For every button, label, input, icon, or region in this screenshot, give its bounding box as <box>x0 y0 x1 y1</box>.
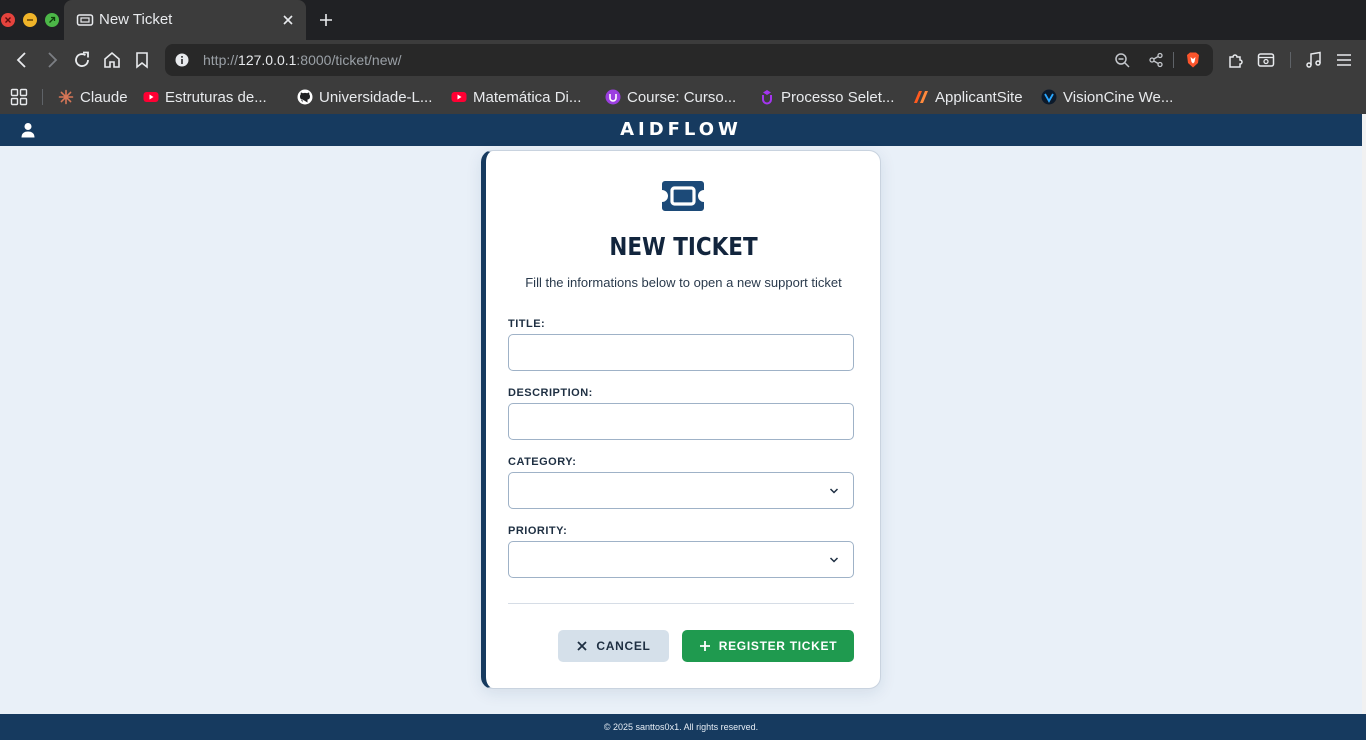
register-ticket-button[interactable]: REGISTER TICKET <box>682 630 854 662</box>
apps-icon[interactable] <box>10 87 28 107</box>
new-ticket-card: NEW TICKET Fill the informations below t… <box>481 150 881 689</box>
ticket-icon <box>660 179 706 213</box>
reload-icon[interactable] <box>72 50 92 70</box>
share-icon[interactable] <box>1148 52 1164 68</box>
form-title: NEW TICKET <box>609 232 758 261</box>
category-label: CATEGORY: <box>508 456 577 468</box>
address-divider <box>1173 52 1174 68</box>
browser-tab-strip: New Ticket <box>0 0 1366 40</box>
chevron-down-icon <box>829 557 839 563</box>
cancel-button-label: CANCEL <box>596 639 651 653</box>
menu-icon[interactable] <box>1334 50 1354 70</box>
bookmark-label: Matemática Di... <box>473 88 582 106</box>
app-header: AIDFLOW <box>0 114 1362 146</box>
app-footer: © 2025 santtos0x1. All rights reserved. <box>0 714 1366 740</box>
extensions-icon[interactable] <box>1226 50 1246 70</box>
udemy-icon <box>762 90 772 105</box>
form-subtitle: Fill the informations below to open a ne… <box>525 275 842 290</box>
site-info-icon[interactable] <box>174 52 190 68</box>
back-icon[interactable] <box>12 50 32 70</box>
forward-icon[interactable] <box>42 50 62 70</box>
github-icon <box>297 89 313 105</box>
tab-title: New Ticket <box>99 11 173 28</box>
bookmark-label: ApplicantSite <box>935 88 1023 106</box>
form-divider <box>508 603 854 604</box>
bookmark-estruturas[interactable]: Estruturas de... <box>143 87 267 107</box>
bookmark-label: Processo Selet... <box>781 88 895 106</box>
url-text[interactable]: http://127.0.0.1:8000/ticket/new/ <box>203 52 401 68</box>
course-icon <box>605 89 621 105</box>
url-host: 127.0.0.1 <box>238 52 297 68</box>
bookmark-universidade[interactable]: Universidade-L... <box>297 87 432 107</box>
claude-icon <box>58 89 74 105</box>
title-label: TITLE: <box>508 318 546 330</box>
bookmark-icon[interactable] <box>132 50 152 70</box>
applicant-icon <box>914 91 928 103</box>
maximize-window-icon[interactable] <box>45 13 59 27</box>
bookmark-label: Universidade-L... <box>319 88 433 106</box>
bookmark-label: Claude <box>80 88 128 106</box>
address-bar[interactable]: http://127.0.0.1:8000/ticket/new/ <box>165 44 1213 76</box>
app-brand[interactable]: AIDFLOW <box>0 119 1362 141</box>
bookmark-applicantsite[interactable]: ApplicantSite <box>913 87 1023 107</box>
visioncine-icon <box>1041 89 1057 105</box>
close-tab-icon[interactable] <box>280 12 296 28</box>
description-label: DESCRIPTION: <box>508 387 593 399</box>
close-icon <box>577 641 588 651</box>
minimize-window-icon[interactable] <box>23 13 37 27</box>
media-icon[interactable] <box>1304 50 1324 70</box>
bookmark-processo[interactable]: Processo Selet... <box>759 87 894 107</box>
url-path: :8000/ticket/new/ <box>296 52 402 68</box>
bookmark-visioncine[interactable]: VisionCine We... <box>1041 87 1173 107</box>
page-scrollbar[interactable] <box>1362 114 1366 714</box>
url-scheme: http:// <box>203 52 239 68</box>
footer-copyright: © 2025 santtos0x1. All rights reserved. <box>603 722 759 732</box>
category-select[interactable] <box>508 472 854 509</box>
ticket-tab-icon <box>76 12 94 28</box>
cancel-button[interactable]: CANCEL <box>558 630 669 662</box>
bookmark-label: VisionCine We... <box>1063 88 1174 106</box>
priority-select[interactable] <box>508 541 854 578</box>
home-icon[interactable] <box>102 50 122 70</box>
youtube-icon <box>451 92 467 102</box>
browser-tab-active[interactable]: New Ticket <box>64 0 306 40</box>
new-tab-icon[interactable] <box>317 11 335 29</box>
register-button-label: REGISTER TICKET <box>718 639 838 653</box>
bookmark-claude[interactable]: Claude <box>58 87 128 107</box>
close-window-icon[interactable] <box>1 13 15 27</box>
toolbar-divider <box>1290 52 1291 68</box>
bookmark-label: Estruturas de... <box>165 88 267 106</box>
wallet-icon[interactable] <box>1256 50 1276 70</box>
youtube-icon <box>143 92 159 102</box>
bookmark-matematica[interactable]: Matemática Di... <box>451 87 581 107</box>
bookmark-label: Course: Curso... <box>627 88 737 106</box>
plus-icon <box>699 641 710 651</box>
zoom-icon[interactable] <box>1114 52 1130 68</box>
description-input[interactable] <box>508 403 854 440</box>
bookmark-course[interactable]: Course: Curso... <box>605 87 736 107</box>
chevron-down-icon <box>829 488 839 494</box>
bookmarks-divider <box>42 89 43 105</box>
bookmarks-bar: Claude Estruturas de... Universidade-L..… <box>0 80 1366 114</box>
priority-label: PRIORITY: <box>508 525 568 537</box>
title-input[interactable] <box>508 334 854 371</box>
browser-toolbar: http://127.0.0.1:8000/ticket/new/ <box>0 40 1366 80</box>
brave-shield-icon[interactable] <box>1184 51 1202 69</box>
